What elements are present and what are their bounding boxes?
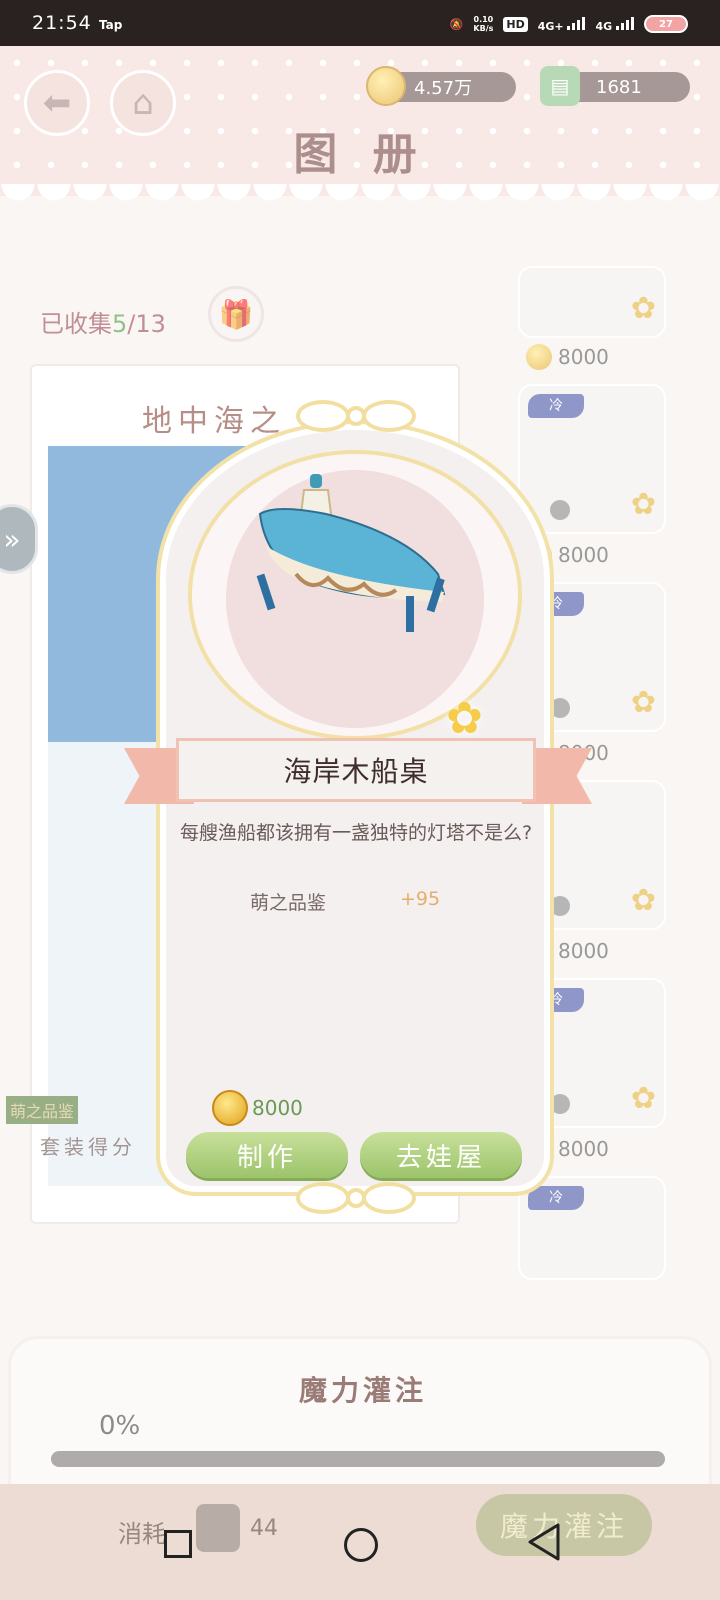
status-bar: 21:54 Tap 🔕 0.10 KB/s HD 4G+ 4G 27: [0, 0, 720, 46]
item-name-ribbon: 海岸木船桌: [176, 738, 536, 802]
flower-star-icon: ✿: [446, 693, 483, 744]
system-nav-bar: [0, 1500, 720, 1600]
attribute-name: 萌之品鉴: [250, 892, 327, 914]
home-nav-button[interactable]: [344, 1528, 378, 1562]
signal-4g-plus: 4G+: [538, 16, 586, 33]
battery-icon: 27: [644, 15, 688, 33]
hd-badge: HD: [503, 16, 528, 32]
attribute-value: +95: [400, 888, 441, 910]
go-house-button[interactable]: 去娃屋: [360, 1132, 522, 1178]
recents-button[interactable]: [164, 1530, 192, 1558]
bow-decoration-bottom: [296, 1174, 416, 1222]
signal-bars-icon: [616, 16, 634, 30]
clock: 21:54: [32, 12, 92, 34]
make-button[interactable]: 制作: [186, 1132, 348, 1178]
signal-4g: 4G: [595, 16, 634, 33]
item-name: 海岸木船桌: [283, 755, 429, 788]
status-icons: 🔕 0.10 KB/s HD 4G+ 4G 27: [450, 12, 688, 36]
back-nav-button[interactable]: [526, 1522, 562, 1562]
item-description: 每艘渔船都该拥有一盏独特的灯塔不是么?: [179, 822, 533, 844]
coin-icon: [212, 1090, 248, 1126]
item-cost: 8000: [252, 1096, 303, 1120]
signal-bars-icon: [567, 16, 586, 30]
tap-app-indicator: Tap: [99, 18, 123, 32]
network-speed: 0.10 KB/s: [473, 15, 494, 33]
mute-bell-icon: 🔕: [449, 17, 464, 31]
boat-table-image: [256, 474, 446, 632]
bow-decoration-top: [296, 392, 416, 440]
